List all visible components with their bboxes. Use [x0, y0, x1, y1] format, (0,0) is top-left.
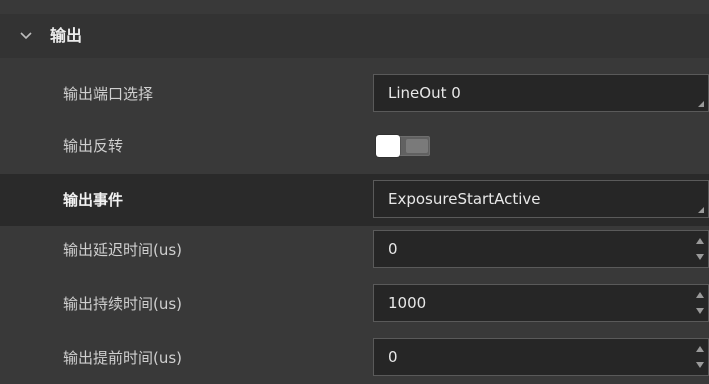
property-label: 输出反转	[63, 137, 124, 155]
property-row-output-port: 输出端口选择 LineOut 0	[0, 68, 709, 120]
property-label: 输出端口选择	[63, 85, 154, 103]
spinbox-value: 0	[388, 348, 398, 366]
output-advance-spinbox[interactable]: 0	[373, 338, 709, 376]
output-event-combobox[interactable]: ExposureStartActive	[373, 180, 709, 218]
output-port-combobox[interactable]: LineOut 0	[373, 74, 709, 112]
dropdown-corner-icon	[698, 207, 704, 213]
spin-down-icon[interactable]	[694, 358, 706, 372]
property-row-output-advance: 输出提前时间(us) 0	[0, 332, 709, 384]
property-row-output-invert: 输出反转	[0, 120, 709, 172]
combobox-value: ExposureStartActive	[388, 190, 541, 208]
section-header-output[interactable]: 输出	[0, 14, 709, 58]
output-delay-spinbox[interactable]: 0	[373, 230, 709, 268]
spin-up-icon[interactable]	[694, 288, 706, 302]
property-label: 输出持续时间(us)	[63, 295, 183, 313]
toggle-knob	[376, 135, 400, 157]
property-label: 输出延迟时间(us)	[63, 241, 183, 259]
toggle-off-indicator	[406, 139, 428, 153]
combobox-value: LineOut 0	[388, 84, 461, 102]
output-invert-toggle[interactable]	[376, 135, 432, 157]
chevron-down-icon[interactable]	[18, 28, 34, 44]
property-label: 输出事件	[63, 191, 124, 209]
properties-panel: 输出 输出端口选择 LineOut 0 输出反转 输出事件 ExposureSt…	[0, 0, 709, 384]
spin-up-icon[interactable]	[694, 234, 706, 248]
property-label: 输出提前时间(us)	[63, 349, 183, 367]
property-row-output-event: 输出事件 ExposureStartActive	[0, 174, 709, 226]
dropdown-corner-icon	[698, 101, 704, 107]
spinbox-value: 0	[388, 240, 398, 258]
property-row-output-duration: 输出持续时间(us) 1000	[0, 278, 709, 330]
spin-up-icon[interactable]	[694, 342, 706, 356]
spin-down-icon[interactable]	[694, 250, 706, 264]
spin-down-icon[interactable]	[694, 304, 706, 318]
spinbox-value: 1000	[388, 294, 427, 312]
output-duration-spinbox[interactable]: 1000	[373, 284, 709, 322]
section-title: 输出	[50, 26, 83, 45]
property-row-output-delay: 输出延迟时间(us) 0	[0, 224, 709, 276]
